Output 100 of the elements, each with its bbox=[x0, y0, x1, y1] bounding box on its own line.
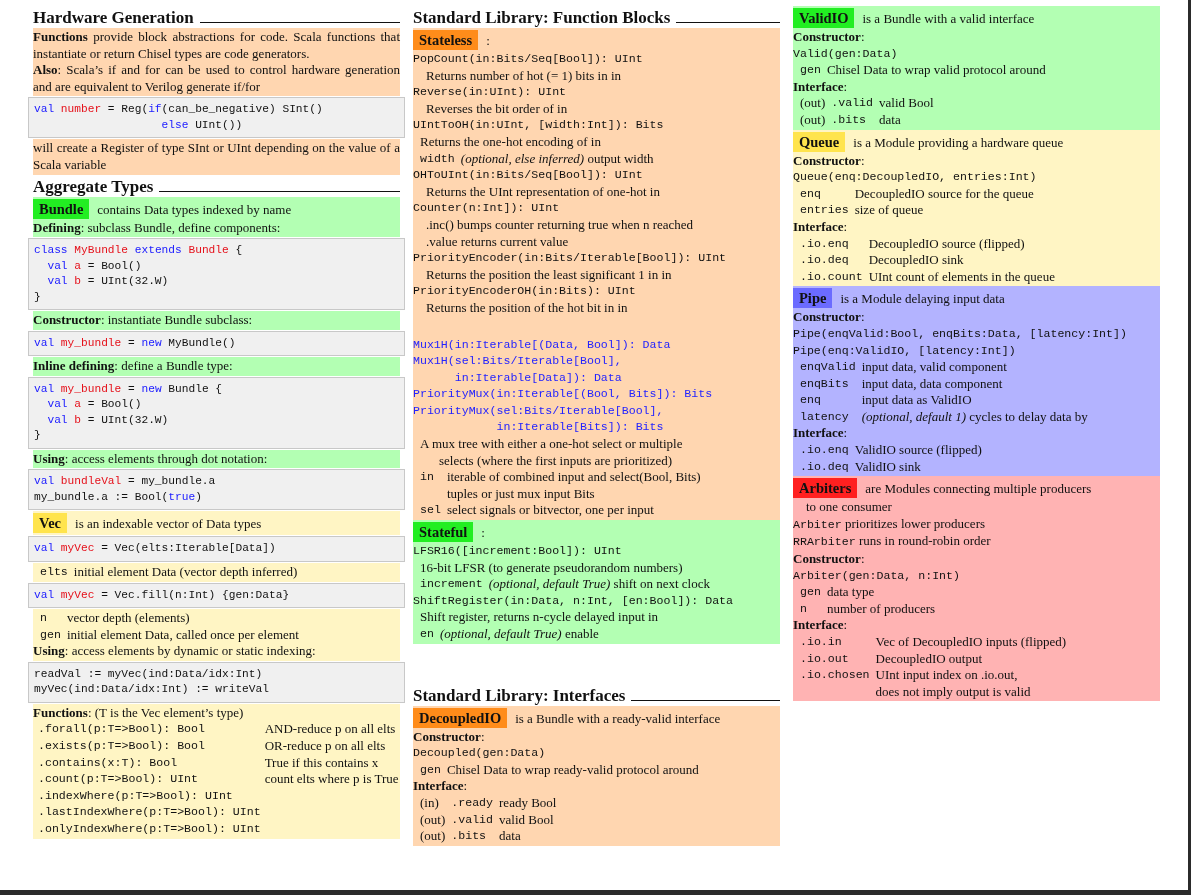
parameter-description: input data as ValidIO bbox=[861, 392, 973, 409]
parameter-name: enqValid bbox=[800, 359, 856, 376]
parameter-description: DecoupledIO output bbox=[875, 650, 984, 668]
direction-label: (out) bbox=[420, 828, 446, 845]
parameter-description: does not imply output is valid bbox=[875, 683, 1032, 701]
signature-text: PriorityEncoderOH(in:Bits): UInt bbox=[413, 283, 637, 300]
method-description: count elts where p is True bbox=[264, 771, 400, 788]
section-heading: Aggregate Types bbox=[33, 175, 154, 197]
port-description: ready Bool bbox=[499, 794, 558, 812]
description-text: will create a Register of type SInt or UInt depending on the value of a Scala variable bbox=[33, 140, 400, 174]
keyword-tag: Bundle bbox=[33, 198, 90, 219]
parameter-name: sel bbox=[420, 502, 441, 519]
description-text: Constructor: bbox=[793, 309, 866, 326]
parameter-name: increment bbox=[420, 576, 483, 593]
parameter-description: select signals or bitvector, one per input bbox=[446, 502, 655, 520]
section-heading: Standard Library: Function Blocks bbox=[413, 7, 671, 28]
parameter-name: .io.chosen bbox=[800, 667, 870, 684]
signature-text: Pipe(enq:ValidIO, [latency:Int]) bbox=[793, 342, 1017, 359]
signature-text: Decoupled(gen:Data) bbox=[413, 745, 547, 762]
parameter-description: initial element Data, called once per element bbox=[66, 626, 300, 644]
description-text: .inc() bumps counter returning true when n reached bbox=[425, 216, 695, 234]
method-signature: .forall(p:T=>Bool): Bool bbox=[38, 721, 206, 738]
parameter-name: elts bbox=[40, 563, 68, 580]
signature-text: Counter(n:Int]): UInt bbox=[413, 200, 561, 217]
tagline-text: contains Data types indexed by name bbox=[97, 201, 292, 219]
code-line: val bundleVal = my_bundle.a bbox=[34, 474, 217, 490]
port-name: .valid bbox=[451, 811, 494, 828]
tagline-text: is a Module providing a hardware queue bbox=[853, 134, 1064, 152]
signature-text: PriorityEncoder(in:Bits/Iterable[Bool]): UInt bbox=[413, 250, 728, 267]
parameter-name: .io.count bbox=[800, 268, 863, 285]
description-text: Interface: bbox=[413, 778, 469, 795]
description-text: RRArbiter runs in round-robin order bbox=[793, 533, 992, 551]
parameter-name: enq bbox=[800, 392, 822, 409]
parameter-description: DecoupledIO sink bbox=[868, 252, 965, 269]
description-text: .value returns current value bbox=[425, 233, 570, 251]
method-description: OR-reduce p on all elts bbox=[264, 738, 387, 755]
parameter-name: enq bbox=[800, 185, 822, 202]
parameter-description: DecoupledIO source (flipped) bbox=[868, 235, 1026, 253]
signature-text: in:Iterable[Data]): Data bbox=[453, 369, 623, 386]
description-text: Returns the one-hot encoding of in bbox=[419, 133, 602, 151]
code-line: val a = Bool() bbox=[46, 258, 143, 274]
keyword-tag: Pipe bbox=[793, 288, 833, 309]
description-text: Inline defining: define a Bundle type: bbox=[33, 358, 234, 375]
keyword-tag: Stateless bbox=[413, 30, 479, 50]
parameter-name: enqBits bbox=[800, 375, 850, 392]
description-text: to one consumer bbox=[805, 499, 893, 516]
description-text: Interface: bbox=[793, 78, 849, 96]
signature-text: Pipe(enqValid:Bool, enqBits:Data, [latency:Int]) bbox=[793, 325, 1128, 342]
port-description: data bbox=[499, 828, 522, 845]
code-line: class MyBundle extends Bundle { bbox=[34, 243, 244, 259]
parameter-name: entries bbox=[800, 202, 849, 219]
port-description: data bbox=[879, 111, 902, 129]
method-signature: .lastIndexWhere(p:T=>Bool): UInt bbox=[38, 804, 261, 821]
tagline-text: is a Bundle with a ready-valid interface bbox=[515, 710, 721, 728]
parameter-name: .io.deq bbox=[800, 458, 849, 475]
code-line: } bbox=[34, 289, 42, 305]
parameter-description: data type bbox=[826, 584, 876, 601]
parameter-description: (optional, default True) shift on next clock bbox=[488, 576, 711, 593]
port-name: .valid bbox=[831, 95, 874, 112]
description-text: Returns the UInt representation of one-hot in bbox=[425, 183, 661, 201]
code-line: } bbox=[34, 428, 42, 444]
description-text: Shift register, returns n-cycle delayed input in bbox=[419, 609, 660, 626]
description-text: Returns the position the least significant 1 in in bbox=[425, 266, 673, 284]
description-text: Interface: bbox=[793, 425, 849, 443]
signature-text: PriorityMux(in:Iterable[(Bool, Bits]): Bits bbox=[413, 386, 714, 403]
parameter-description: input data, data component bbox=[861, 375, 1004, 393]
parameter-name: n bbox=[40, 610, 48, 627]
code-line: val b = UInt(32.W) bbox=[46, 412, 170, 428]
tagline-text: is an indexable vector of Data types bbox=[75, 516, 262, 534]
parameter-name: latency bbox=[800, 408, 850, 425]
description-text: Reverses the bit order of in bbox=[425, 100, 569, 118]
method-signature: .contains(x:T): Bool bbox=[38, 754, 179, 771]
tagline-text: are Modules connecting multiple producers bbox=[865, 481, 1092, 498]
parameter-name: n bbox=[800, 600, 808, 617]
method-signature: .exists(p:T=>Bool): Bool bbox=[38, 738, 206, 754]
description-text: Interface: bbox=[793, 617, 849, 634]
code-line: readVal := myVec(ind:Data/idx:Int) bbox=[34, 666, 264, 682]
parameter-description: iterable of combined input and select(Bool, Bits) bbox=[446, 469, 702, 486]
parameter-name: gen bbox=[40, 626, 61, 643]
description-text: Constructor: instantiate Bundle subclass: bbox=[33, 312, 254, 329]
keyword-tag: DecoupledIO bbox=[413, 707, 508, 728]
description-text: Constructor: bbox=[413, 728, 486, 746]
signature-text: in:Iterable[Bits]): Bits bbox=[495, 419, 665, 436]
signature-text: OHToUInt(in:Bits/Seq[Bool]): UInt bbox=[413, 167, 644, 184]
parameter-description: ValidIO source (flipped) bbox=[854, 442, 983, 459]
parameter-name: in bbox=[420, 469, 435, 486]
description-text: Using: access elements through dot notation: bbox=[33, 450, 269, 468]
code-line: else UInt()) bbox=[160, 117, 244, 133]
description-text: selects (where the first inputs are prioritized) bbox=[438, 452, 674, 470]
code-line: val myVec = Vec(elts:Iterable[Data]) bbox=[34, 541, 277, 557]
signature-text: Queue(enq:DecoupledIO, entries:Int) bbox=[793, 169, 1038, 186]
tagline-text: is a Module delaying input data bbox=[840, 291, 1005, 308]
description-text: Arbiter prioritizes lower producers bbox=[793, 515, 986, 533]
parameter-name: gen bbox=[420, 761, 441, 778]
tagline-text: : bbox=[481, 525, 485, 542]
tagline-text: : bbox=[486, 33, 490, 50]
method-signature: .count(p:T=>Bool): UInt bbox=[38, 771, 200, 788]
description-text: Returns number of hot (= 1) bits in in bbox=[425, 67, 623, 85]
description-text: Functions provide block abstractions for code. Scala functions that instantiate or return Chisel types are code generators. bbox=[33, 29, 400, 63]
section-heading: Standard Library: Interfaces bbox=[413, 684, 626, 706]
